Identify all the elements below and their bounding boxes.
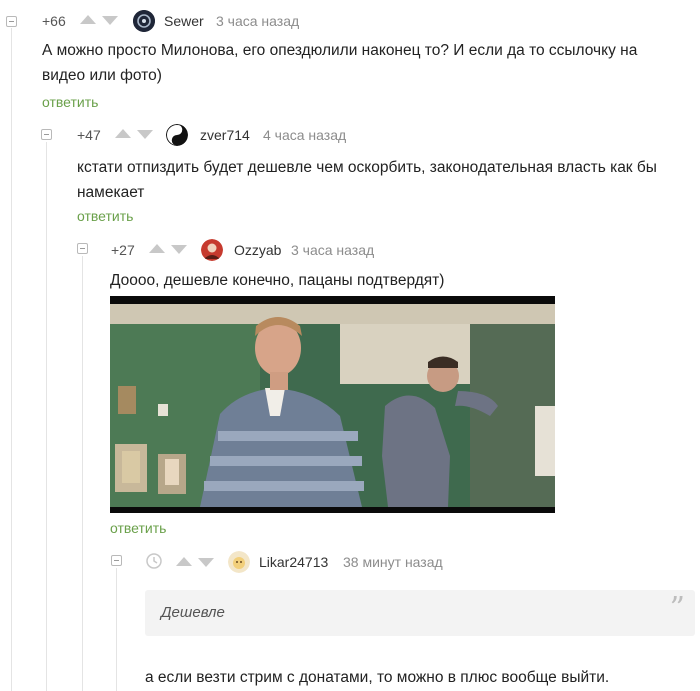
reply-link[interactable]: ответить — [42, 94, 98, 110]
downvote-arrow-icon[interactable] — [137, 130, 153, 139]
reply-link[interactable]: ответить — [110, 520, 166, 536]
username[interactable]: zver714 — [200, 127, 250, 143]
username[interactable]: Ozzyab — [234, 242, 281, 258]
quote-text: Дешевле — [161, 604, 225, 621]
comment-text-line: видео или фото) — [42, 67, 162, 84]
avatar[interactable] — [133, 10, 155, 32]
upvote-arrow-icon[interactable] — [80, 15, 96, 24]
collapse-toggle[interactable] — [41, 129, 52, 140]
photo-scene — [110, 296, 555, 513]
comment-time: 38 минут назад — [343, 554, 443, 570]
comment-time: 4 часа назад — [263, 127, 347, 143]
quote-block: Дешевле ” — [145, 590, 695, 636]
reply-link[interactable]: ответить — [77, 208, 133, 224]
upvote-arrow-icon[interactable] — [149, 244, 165, 253]
comment-text-line: А можно просто Милонова, его опездюлили … — [42, 42, 638, 59]
comment-text-line: кстати отпиздить будет дешевле чем оскор… — [77, 159, 657, 176]
comment-text: Доооо, дешевле конечно, пацаны подтвердя… — [110, 268, 444, 293]
downvote-arrow-icon[interactable] — [171, 245, 187, 254]
comment-image[interactable] — [110, 296, 555, 513]
upvote-arrow-icon[interactable] — [115, 129, 131, 138]
quote-icon: ” — [669, 591, 685, 626]
comment-time: 3 часа назад — [216, 13, 300, 29]
comment-rating: +27 — [111, 242, 135, 258]
comment-rating: +66 — [42, 13, 66, 29]
thread-line — [11, 28, 12, 691]
comment-text-line: а если везти стрим с донатами, то можно … — [145, 669, 610, 686]
collapse-toggle[interactable] — [6, 16, 17, 27]
avatar[interactable] — [201, 239, 223, 261]
username[interactable]: Sewer — [164, 13, 204, 29]
thread-line — [82, 256, 83, 691]
collapse-toggle[interactable] — [111, 555, 122, 566]
avatar[interactable] — [166, 124, 188, 146]
comment-rating: +47 — [77, 127, 101, 143]
downvote-arrow-icon[interactable] — [198, 558, 214, 567]
thread-line — [116, 568, 117, 691]
comment-text: А можно просто Милонова, его опездюлили … — [42, 38, 637, 88]
comment-text-line: намекает — [77, 184, 145, 201]
collapse-toggle[interactable] — [77, 243, 88, 254]
comment-text: кстати отпиздить будет дешевле чем оскор… — [77, 155, 657, 205]
comment-text-line: Доооо, дешевле конечно, пацаны подтвердя… — [110, 272, 445, 289]
clock-icon — [146, 553, 162, 569]
username[interactable]: Likar24713 — [259, 554, 328, 570]
avatar[interactable] — [228, 551, 250, 573]
comment-time: 3 часа назад — [291, 242, 375, 258]
upvote-arrow-icon[interactable] — [176, 557, 192, 566]
downvote-arrow-icon[interactable] — [102, 16, 118, 25]
yin-yang-icon — [166, 124, 188, 146]
comment-text: а если везти стрим с донатами, то можно … — [145, 665, 609, 690]
thread-line — [46, 142, 47, 691]
